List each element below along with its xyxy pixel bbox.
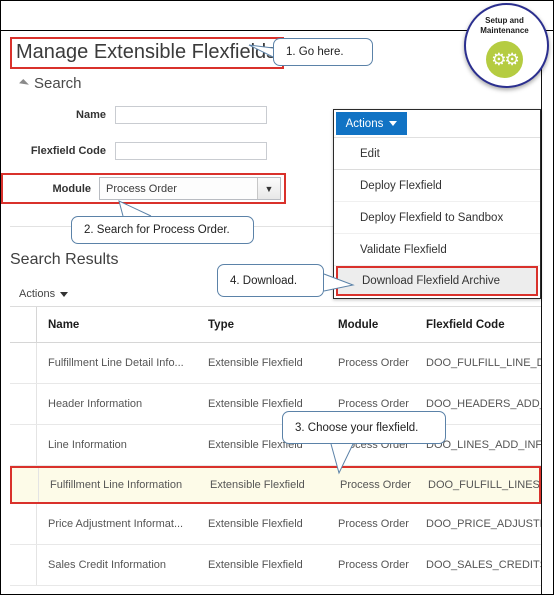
- results-actions-label: Actions: [19, 288, 56, 300]
- badge-label-line2: Maintenance: [480, 26, 529, 35]
- column-header-type[interactable]: Type: [197, 319, 327, 331]
- setup-and-maintenance-badge[interactable]: Setup and Maintenance ⚙⚙: [464, 3, 549, 88]
- gears-icon: ⚙⚙: [491, 50, 520, 69]
- flexfield-code-field-label: Flexfield Code: [30, 145, 106, 157]
- table-row[interactable]: Fulfillment Line Detail Info... Extensib…: [10, 343, 541, 384]
- row-select-column-header: [10, 307, 37, 342]
- cell-flexfield-code: DOO_FULFILL_LINE_DTLS_ADD_I: [426, 357, 541, 369]
- callout-2: 2. Search for Process Order.: [71, 216, 254, 244]
- row-select-cell[interactable]: [12, 468, 39, 502]
- cell-type: Extensible Flexfield: [208, 398, 303, 410]
- module-field-label: Module: [52, 182, 92, 195]
- column-header-module[interactable]: Module: [327, 319, 415, 331]
- cell-flexfield-code: DOO_HEADERS_ADD_INFO: [426, 398, 541, 410]
- menu-item-deploy-flexfield[interactable]: Deploy Flexfield: [334, 170, 540, 202]
- panel-right-edge: [541, 30, 542, 594]
- badge-label-line1: Setup and: [485, 16, 524, 25]
- cell-flexfield-code: DOO_FULFILL_LINES_ADD_INFO: [428, 479, 539, 491]
- column-header-name[interactable]: Name: [37, 319, 197, 331]
- disclosure-triangle-icon[interactable]: [19, 78, 29, 89]
- name-input[interactable]: [115, 106, 267, 124]
- actions-dropdown-panel: Actions Edit Deploy Flexfield Deploy Fle…: [333, 109, 541, 299]
- menu-item-deploy-flexfield-to-sandbox[interactable]: Deploy Flexfield to Sandbox: [334, 202, 540, 234]
- badge-green-circle: ⚙⚙: [486, 41, 523, 78]
- table-row[interactable]: Price Adjustment Informat... Extensible …: [10, 504, 541, 545]
- module-select-value: Process Order: [100, 178, 257, 199]
- screenshot-frame: Manage Extensible Flexfields Search Name…: [0, 0, 554, 595]
- table-row-selected[interactable]: Fulfillment Line Information Extensible …: [10, 466, 541, 504]
- table-row[interactable]: Line Information Extensible Flexfield Pr…: [10, 425, 541, 466]
- caret-down-icon: [60, 291, 69, 297]
- column-header-flexfield-code[interactable]: Flexfield Code: [415, 319, 541, 331]
- chevron-down-icon[interactable]: ▼: [257, 178, 280, 199]
- module-select[interactable]: Process Order ▼: [99, 177, 281, 200]
- cell-name: Price Adjustment Informat...: [48, 518, 184, 530]
- flexfield-code-input[interactable]: [115, 142, 267, 160]
- cell-name: Header Information: [48, 398, 143, 410]
- search-results-table: Name Type Module Flexfield Code Fulfillm…: [10, 306, 541, 586]
- row-select-cell[interactable]: [10, 425, 37, 465]
- module-field-highlight: Module Process Order ▼: [1, 173, 286, 204]
- actions-menu-button-label: Actions: [345, 117, 384, 130]
- menu-item-validate-flexfield[interactable]: Validate Flexfield: [334, 234, 540, 266]
- row-select-cell[interactable]: [10, 504, 37, 544]
- menu-item-download-flexfield-archive[interactable]: Download Flexfield Archive: [336, 266, 538, 296]
- cell-type: Extensible Flexfield: [208, 357, 303, 369]
- search-results-title: Search Results: [10, 251, 119, 268]
- cell-type: Extensible Flexfield: [208, 518, 303, 530]
- cell-module: Process Order: [338, 518, 409, 530]
- cell-module: Process Order: [338, 559, 409, 571]
- module-field-row: Module Process Order ▼: [1, 173, 286, 204]
- page-title: Manage Extensible Flexfields: [10, 37, 285, 69]
- callout-3: 3. Choose your flexfield.: [282, 411, 446, 444]
- cell-module: Process Order: [338, 398, 409, 410]
- cell-type: Extensible Flexfield: [210, 479, 305, 491]
- search-section-header[interactable]: Search: [19, 75, 82, 92]
- cell-name: Sales Credit Information: [48, 559, 166, 571]
- name-field-label: Name: [76, 109, 106, 121]
- cell-name: Line Information: [48, 439, 127, 451]
- table-header-row: Name Type Module Flexfield Code: [10, 307, 541, 343]
- badge-label: Setup and Maintenance: [464, 16, 545, 36]
- search-section-label: Search: [34, 75, 82, 92]
- callout-4: 4. Download.: [217, 264, 324, 297]
- flexfield-code-field-row: Flexfield Code: [1, 142, 267, 160]
- cell-name: Fulfillment Line Detail Info...: [48, 357, 184, 369]
- cell-name: Fulfillment Line Information: [50, 479, 183, 491]
- row-select-cell[interactable]: [10, 384, 37, 424]
- results-actions-menu-button[interactable]: Actions: [19, 288, 69, 300]
- callout-1: 1. Go here.: [273, 38, 373, 66]
- cell-flexfield-code: DOO_SALES_CREDITS_ADD_INF: [426, 559, 541, 571]
- cell-module: Process Order: [338, 357, 409, 369]
- table-row[interactable]: Sales Credit Information Extensible Flex…: [10, 545, 541, 586]
- row-select-cell[interactable]: [10, 545, 37, 585]
- cell-flexfield-code: DOO_PRICE_ADJUSTMENTS_ADD: [426, 518, 541, 530]
- actions-menu-list: Edit Deploy Flexfield Deploy Flexfield t…: [334, 137, 540, 296]
- cell-type: Extensible Flexfield: [208, 559, 303, 571]
- cell-module: Process Order: [340, 479, 411, 491]
- row-select-cell[interactable]: [10, 343, 37, 383]
- table-row[interactable]: Header Information Extensible Flexfield …: [10, 384, 541, 425]
- actions-menu-button[interactable]: Actions: [336, 112, 407, 135]
- name-field-row: Name: [1, 106, 267, 124]
- menu-item-edit[interactable]: Edit: [334, 138, 540, 170]
- caret-down-icon: [389, 121, 398, 126]
